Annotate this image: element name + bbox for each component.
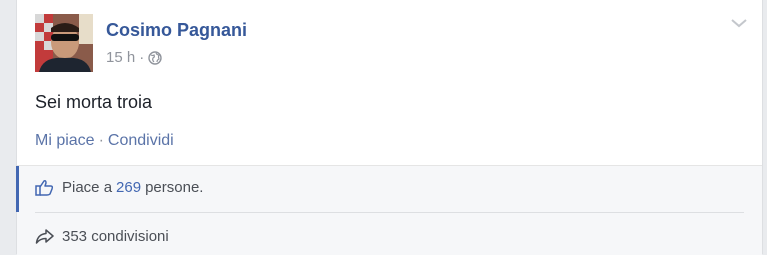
globe-icon[interactable] — [148, 50, 162, 65]
share-arrow-icon — [35, 228, 54, 245]
author-name[interactable]: Cosimo Pagnani — [106, 20, 247, 41]
likes-prefix: Piace a — [62, 179, 113, 196]
action-separator: · — [98, 132, 104, 149]
chevron-down-icon[interactable] — [730, 16, 748, 30]
thumbs-up-icon — [35, 179, 54, 196]
shares-summary[interactable]: 353 condivisioni — [35, 228, 169, 245]
post-meta: 15 h · — [106, 49, 162, 66]
post-text: Sei morta troia — [35, 92, 153, 112]
post-card: Cosimo Pagnani 15 h · Sei morta troia Mi… — [16, 0, 763, 255]
likes-count[interactable]: 269 — [116, 179, 141, 196]
post-actions: Mi piace · Condividi — [35, 132, 174, 150]
likes-suffix: persone. — [145, 179, 204, 196]
meta-separator: · — [139, 49, 145, 66]
post-footer: Piace a 269 persone. 353 condivisioni — [16, 165, 762, 255]
likes-summary: Piace a 269 persone. — [35, 179, 203, 196]
like-button[interactable]: Mi piace — [35, 132, 95, 149]
avatar[interactable] — [35, 14, 93, 72]
share-button[interactable]: Condividi — [108, 132, 174, 149]
post-timestamp[interactable]: 15 h — [106, 49, 135, 66]
likes-accent-bar — [16, 166, 19, 212]
footer-divider — [35, 212, 744, 213]
shares-text: 353 condivisioni — [62, 228, 169, 245]
